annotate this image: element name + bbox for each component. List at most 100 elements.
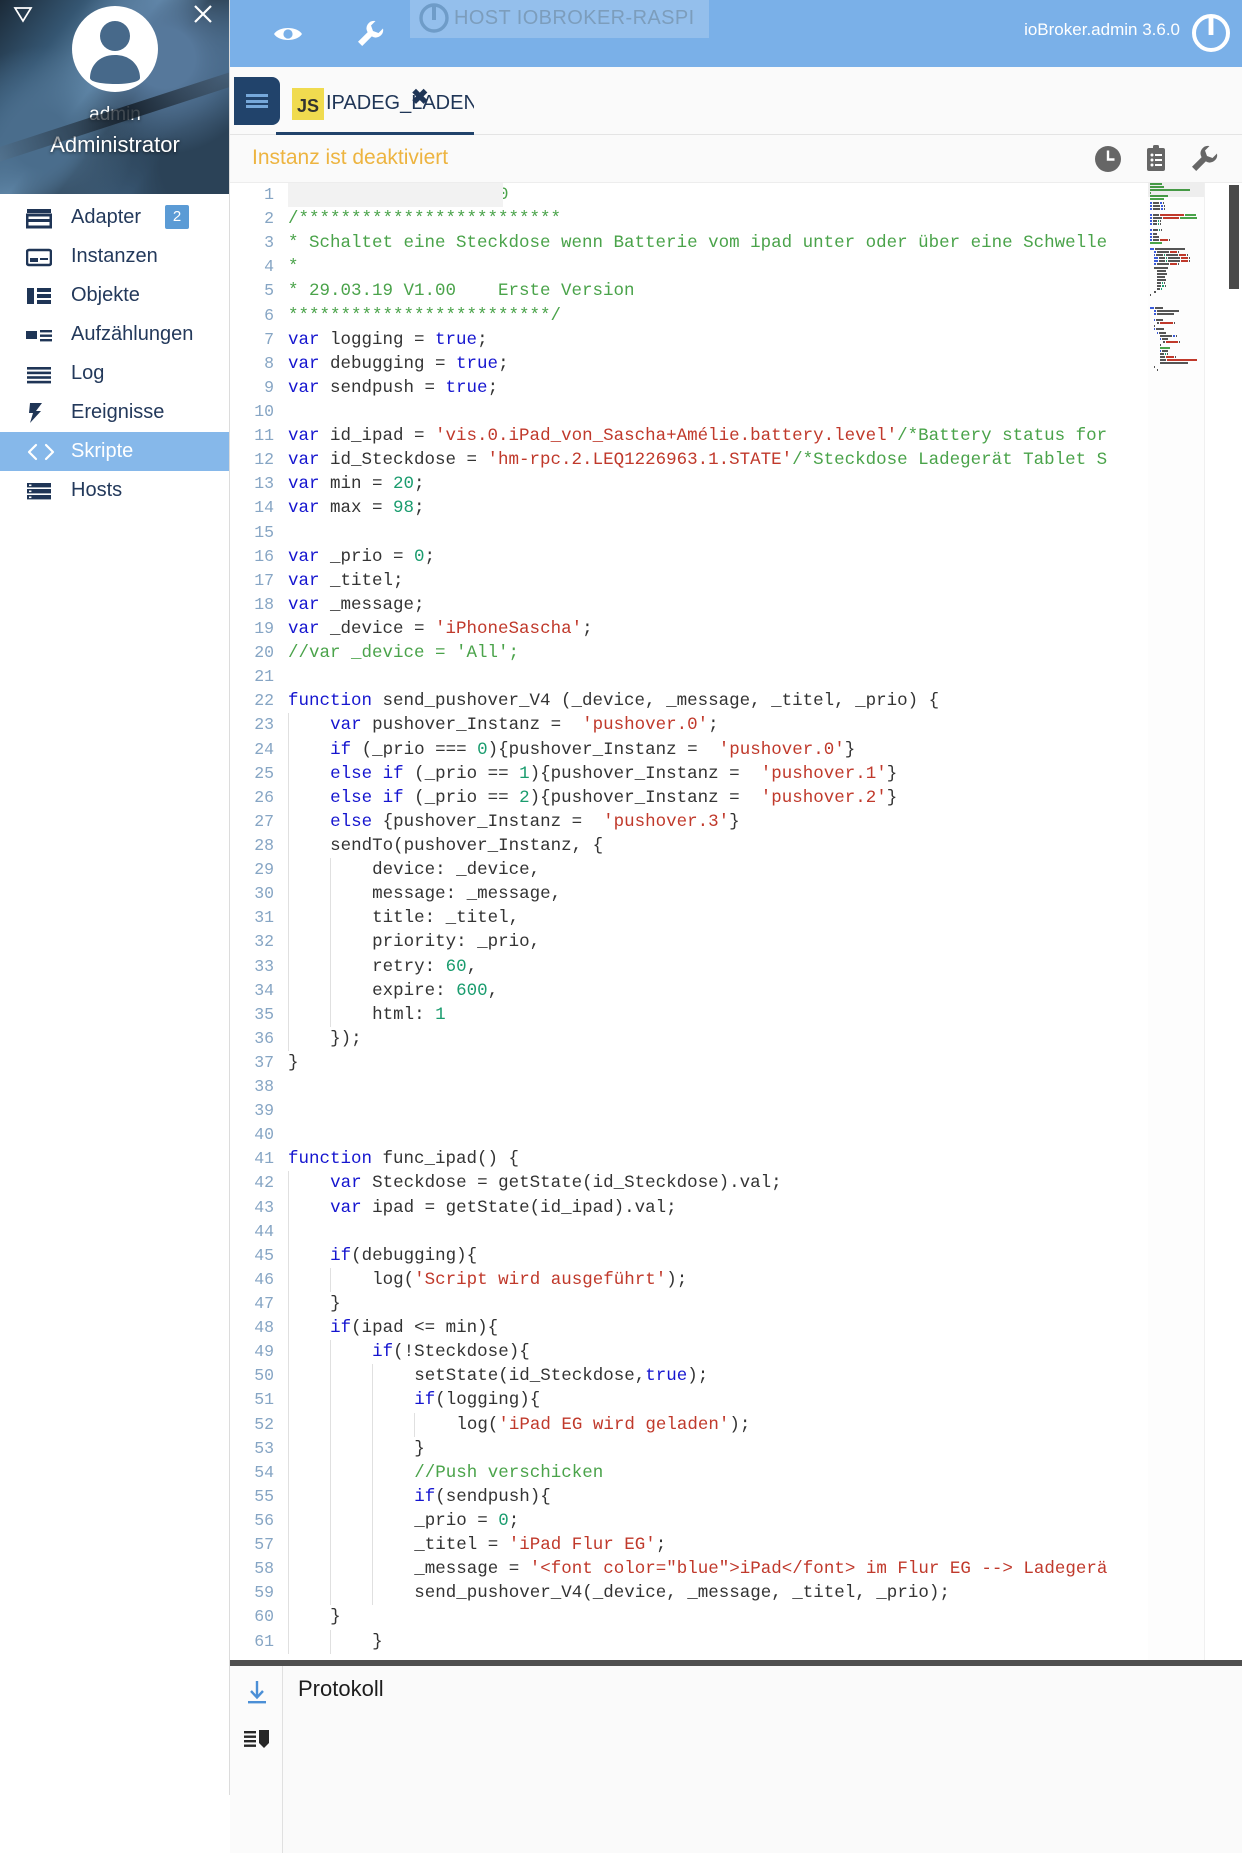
download-icon[interactable]	[242, 1678, 272, 1708]
code-line[interactable]: 58 _message = '<font color="blue">iPad</…	[230, 1557, 1148, 1582]
code-line[interactable]: 37}	[230, 1051, 1148, 1075]
code-line[interactable]: 43 var ipad = getState(id_ipad).val;	[230, 1195, 1148, 1220]
code-line[interactable]: 14 var max = 98;	[230, 496, 1148, 520]
code-line[interactable]: 59 send_pushover_V4(_device, _message, _…	[230, 1581, 1148, 1606]
hamburger-bar	[246, 105, 268, 108]
code-line[interactable]: 29 device: _device,	[230, 858, 1148, 883]
code-line[interactable]: 32 priority: _prio,	[230, 930, 1148, 955]
code-line[interactable]: 56 _prio = 0;	[230, 1509, 1148, 1534]
code-line[interactable]: 24 if (_prio === 0){pushover_Instanz = '…	[230, 737, 1148, 762]
power-icon[interactable]	[1188, 10, 1234, 56]
code-minimap[interactable]	[1148, 183, 1204, 1660]
code-line[interactable]: 33 retry: 60,	[230, 954, 1148, 979]
code-line[interactable]: 26 else if (_prio == 2){pushover_Instanz…	[230, 785, 1148, 810]
code-editor[interactable]: 1// jshint maxerr:10002/****************…	[230, 183, 1242, 1660]
code-line[interactable]: 22 function send_pushover_V4 (_device, _m…	[230, 689, 1148, 713]
code-line[interactable]: 49 if(!Steckdose){	[230, 1340, 1148, 1365]
code-line[interactable]: 28 sendTo(pushover_Instanz, {	[230, 833, 1148, 859]
code-line[interactable]: 61 }	[230, 1629, 1148, 1654]
code-line[interactable]: 46 log('Script wird ausgeführt');	[230, 1267, 1148, 1293]
clear-log-icon[interactable]	[242, 1724, 272, 1754]
code-line[interactable]: 11 var id_ipad = 'vis.0.iPad_von_Sascha+A…	[230, 424, 1148, 448]
scrollbar-thumb[interactable]	[1229, 185, 1239, 289]
code-line[interactable]: 30 message: _message,	[230, 882, 1148, 907]
code-line[interactable]: 44	[230, 1219, 1148, 1244]
code-line[interactable]: 34 expire: 600,	[230, 978, 1148, 1003]
minimap-token	[1160, 350, 1161, 353]
minimap-slider[interactable]	[1148, 183, 1204, 197]
code-line[interactable]: 7 var logging = true;	[230, 328, 1148, 352]
sidebar-item-objekte[interactable]: Objekte	[0, 276, 229, 315]
code-line[interactable]: 10	[230, 400, 1148, 424]
code-line[interactable]: 50 setState(id_Steckdose,true);	[230, 1364, 1148, 1389]
code-line[interactable]: 4 *	[230, 255, 1148, 279]
code-line[interactable]: 52 log('iPad EG wird geladen');	[230, 1412, 1148, 1437]
sidebar-item-hosts[interactable]: Hosts	[0, 471, 229, 510]
clipboard-icon[interactable]	[1140, 143, 1172, 175]
log-output[interactable]	[283, 1710, 1242, 1853]
code-line[interactable]: 6 *************************/	[230, 304, 1148, 328]
code-line[interactable]: 25 else if (_prio == 1){pushover_Instanz…	[230, 761, 1148, 786]
code-line[interactable]: 38	[230, 1075, 1148, 1099]
code-line[interactable]: 42 var Steckdose = getState(id_Steckdose…	[230, 1171, 1148, 1196]
code-line[interactable]: 27 else {pushover_Instanz = 'pushover.3'…	[230, 809, 1148, 834]
code-line[interactable]: 19 var _device = 'iPhoneSascha';	[230, 617, 1148, 641]
editor-scrollbar[interactable]	[1204, 183, 1242, 1660]
sidebar-item-log[interactable]: Log	[0, 354, 229, 393]
code-line[interactable]: 60 }	[230, 1605, 1148, 1630]
code-line[interactable]: 3 * Schaltet eine Steckdose wenn Batterie…	[230, 231, 1148, 255]
code-text: //Push verschicken	[288, 1460, 1148, 1485]
host-chip[interactable]: HOST IOBROKER-RASPI	[410, 0, 709, 38]
code-line[interactable]: 41 function func_ipad() {	[230, 1147, 1148, 1171]
code-line[interactable]: 18 var _message;	[230, 593, 1148, 617]
collapse-triangle-icon[interactable]	[10, 5, 36, 31]
code-line[interactable]: 2 /*************************	[230, 207, 1148, 231]
close-icon[interactable]	[189, 2, 217, 30]
code-line[interactable]: 5 * 29.03.19 V1.00 Erste Version	[230, 279, 1148, 303]
wrench-icon[interactable]	[350, 14, 390, 54]
wrench-icon[interactable]	[1188, 143, 1220, 175]
code-line[interactable]: 13 var min = 20;	[230, 472, 1148, 496]
code-line[interactable]: 51 if(logging){	[230, 1388, 1148, 1413]
code-line[interactable]: 39	[230, 1099, 1148, 1123]
code-line[interactable]: 36 });	[230, 1026, 1148, 1051]
sidebar-item-ereignisse[interactable]: Ereignisse	[0, 393, 229, 432]
code-line[interactable]: 20 //var _device = 'All';	[230, 641, 1148, 665]
code-token: device: _device,	[372, 860, 541, 881]
indent-guide	[288, 1388, 330, 1413]
code-line[interactable]: 12 var id_Steckdose = 'hm-rpc.2.LEQ122696…	[230, 448, 1148, 472]
code-viewport[interactable]: 1// jshint maxerr:10002/****************…	[230, 183, 1148, 1660]
close-icon[interactable]: ✖	[411, 85, 429, 110]
code-line[interactable]: 23 var pushover_Instanz = 'pushover.0';	[230, 713, 1148, 738]
minimap-token	[1179, 340, 1180, 343]
sidebar-item-skripte[interactable]: Skripte	[0, 432, 229, 471]
code-line[interactable]: 48 if(ipad <= min){	[230, 1316, 1148, 1341]
code-line[interactable]: 54 //Push verschicken	[230, 1460, 1148, 1485]
code-line[interactable]: 1// jshint maxerr:1000	[230, 183, 1148, 207]
code-line[interactable]: 16 var _prio = 0;	[230, 545, 1148, 569]
sidebar-item-instanzen[interactable]: Instanzen	[0, 237, 229, 276]
hamburger-icon[interactable]	[234, 77, 280, 125]
code-line[interactable]: 31 title: _titel,	[230, 906, 1148, 931]
code-line[interactable]: 53 }	[230, 1436, 1148, 1461]
code-line[interactable]: 17 var _titel;	[230, 569, 1148, 593]
tab-ipadeg-laden[interactable]: JS IPADEG_LADEN	[276, 75, 474, 135]
code-line[interactable]: 47 }	[230, 1292, 1148, 1317]
minimap-indent	[1150, 341, 1162, 343]
code-line[interactable]: 15	[230, 521, 1148, 545]
code-line[interactable]: 40	[230, 1123, 1148, 1147]
code-line[interactable]: 55 if(sendpush){	[230, 1484, 1148, 1510]
clock-icon[interactable]	[1092, 143, 1124, 175]
sidebar-item-adapter[interactable]: Adapter 2	[0, 198, 229, 237]
code-line[interactable]: 45 if(debugging){	[230, 1243, 1148, 1268]
code-line[interactable]: 57 _titel = 'iPad Flur EG';	[230, 1533, 1148, 1558]
line-number: 12	[254, 450, 274, 470]
code-line[interactable]: 9 var sendpush = true;	[230, 376, 1148, 400]
minimap-line	[1150, 297, 1204, 299]
code-line[interactable]: 8 var debugging = true;	[230, 352, 1148, 376]
eye-icon[interactable]	[268, 14, 308, 54]
code-line[interactable]: 35 html: 1	[230, 1002, 1148, 1027]
code-line[interactable]: 21	[230, 665, 1148, 689]
minimap-token	[1153, 213, 1159, 216]
sidebar-item-aufzaehlungen[interactable]: Aufzählungen	[0, 315, 229, 354]
